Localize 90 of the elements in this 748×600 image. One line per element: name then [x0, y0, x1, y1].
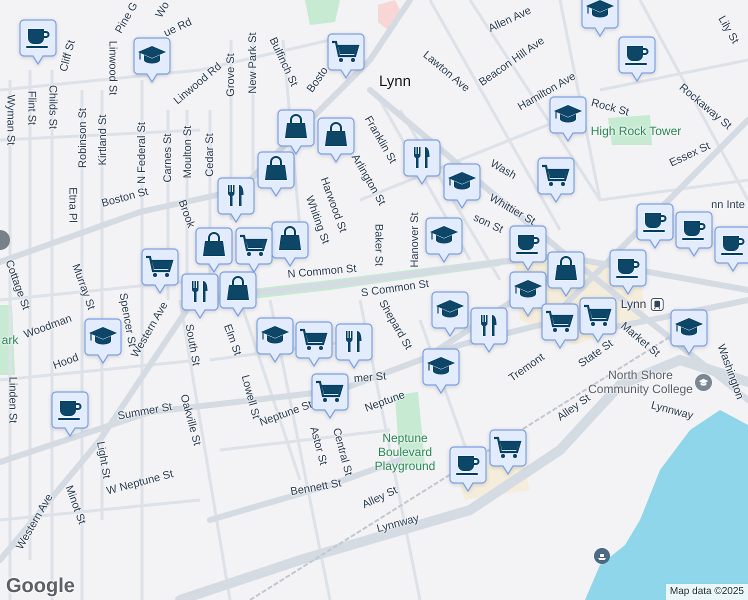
graduation-cap-marker[interactable]	[581, 0, 619, 37]
graduation-cap-marker[interactable]	[509, 271, 547, 317]
shopping-cart-marker[interactable]	[541, 303, 579, 349]
coffee-cup-marker[interactable]	[714, 226, 748, 272]
street-label: son St	[470, 212, 505, 238]
graduation-cap-marker[interactable]	[431, 291, 469, 337]
coffee-cup-marker[interactable]	[509, 225, 547, 271]
fork-and-knife-marker[interactable]	[335, 323, 373, 369]
graduation-cap-marker[interactable]	[443, 163, 481, 209]
street-label: Wyman St	[3, 94, 18, 146]
shopping-bag-marker[interactable]	[219, 271, 257, 317]
street-label: Hanover St	[408, 212, 422, 268]
shopping-cart-marker[interactable]	[141, 248, 179, 294]
street-label: Minot St	[62, 483, 89, 527]
coffee-cup-marker[interactable]	[675, 211, 713, 257]
shopping-cart-marker[interactable]	[489, 429, 527, 475]
fork-and-knife-marker[interactable]	[470, 307, 508, 353]
street-label: Essex St	[666, 139, 714, 172]
school-icon	[695, 374, 712, 390]
street-label: N Common St	[286, 262, 358, 283]
town-label: Lynn	[379, 72, 411, 92]
street-label: Alley St	[360, 483, 400, 514]
street-label: Boston St	[100, 184, 150, 212]
shopping-cart-marker[interactable]	[327, 33, 365, 79]
street-label: Light St	[93, 440, 114, 480]
google-logo: Google	[6, 575, 75, 597]
coffee-cup-marker[interactable]	[609, 249, 647, 295]
graduation-cap-marker[interactable]	[133, 37, 171, 83]
street-label: Linwood St	[105, 40, 120, 96]
fork-and-knife-marker[interactable]	[403, 139, 441, 185]
street-label: Lily St	[714, 12, 742, 48]
park	[305, 0, 340, 25]
shopping-cart-marker[interactable]	[537, 157, 575, 203]
street-label: Cedar St	[202, 133, 217, 177]
graduation-cap-marker[interactable]	[425, 217, 463, 263]
street-label: Carnes St	[160, 134, 175, 182]
street-label: Astor St	[306, 424, 330, 468]
coffee-cup-marker[interactable]	[636, 203, 674, 249]
shopping-bag-marker[interactable]	[257, 151, 295, 197]
fork-and-knife-marker[interactable]	[217, 177, 255, 223]
street-label: New Park St	[246, 32, 260, 94]
shopping-bag-marker[interactable]	[547, 251, 585, 297]
shopping-cart-marker[interactable]	[235, 227, 273, 273]
station-name: Lynn	[620, 296, 646, 313]
street-label: Kirtland St	[96, 114, 110, 166]
street-label: Summer St	[116, 400, 174, 424]
graduation-cap-marker[interactable]	[670, 309, 708, 355]
ferry-icon	[594, 548, 610, 564]
graduation-cap-marker[interactable]	[256, 317, 294, 363]
street-label: Baker St	[371, 224, 386, 266]
street-label: Rock St	[589, 96, 631, 121]
park-label: Neptune Boulevard Playground	[374, 431, 436, 473]
street-label: Murray St	[68, 262, 98, 312]
street-label: Cottage St	[2, 258, 33, 312]
graduation-cap-marker[interactable]	[422, 348, 460, 394]
street-label: Cliff St	[56, 38, 79, 74]
street-label: Moulton St	[180, 126, 195, 178]
street-label: Flint St	[24, 90, 38, 126]
park-label: ark	[2, 333, 18, 347]
coffee-cup-marker[interactable]	[618, 36, 656, 82]
street-label: Lynnway	[375, 511, 421, 538]
shopping-bag-marker[interactable]	[195, 227, 233, 273]
street-label: Robinson St	[76, 108, 90, 168]
map-data-attribution: Map data ©2025	[666, 584, 748, 600]
street-label: Central St	[329, 426, 356, 478]
street-label: Linden St	[5, 376, 20, 424]
coffee-cup-marker[interactable]	[19, 19, 57, 65]
street-label: Allen Ave	[486, 4, 534, 37]
coffee-cup-marker[interactable]	[449, 446, 487, 492]
street-label: nn Inte	[711, 198, 745, 213]
street-label: Grove St	[224, 53, 238, 97]
street-label: Etna Pl	[65, 187, 80, 223]
street-label: N Federal St	[134, 122, 149, 184]
street-label: South St	[182, 322, 203, 368]
street-label: Elm St	[220, 322, 244, 358]
coffee-cup-marker[interactable]	[51, 391, 89, 437]
park-label: High Rock Tower	[590, 124, 682, 138]
street-label: Brook	[174, 198, 198, 230]
street-label: Hood	[50, 350, 82, 374]
train-icon	[650, 298, 664, 310]
shopping-bag-marker[interactable]	[277, 109, 315, 155]
street-label: mer St	[353, 369, 387, 388]
street-label: Oakville St	[176, 392, 204, 448]
street-label: Childs St	[45, 84, 60, 130]
shopping-cart-marker[interactable]	[295, 321, 333, 367]
street-label: S Common St	[360, 277, 430, 300]
street-label: Bennett St	[289, 476, 343, 500]
shopping-cart-marker[interactable]	[311, 373, 349, 419]
street-label: State St	[575, 336, 616, 370]
fork-and-knife-marker[interactable]	[181, 273, 219, 319]
